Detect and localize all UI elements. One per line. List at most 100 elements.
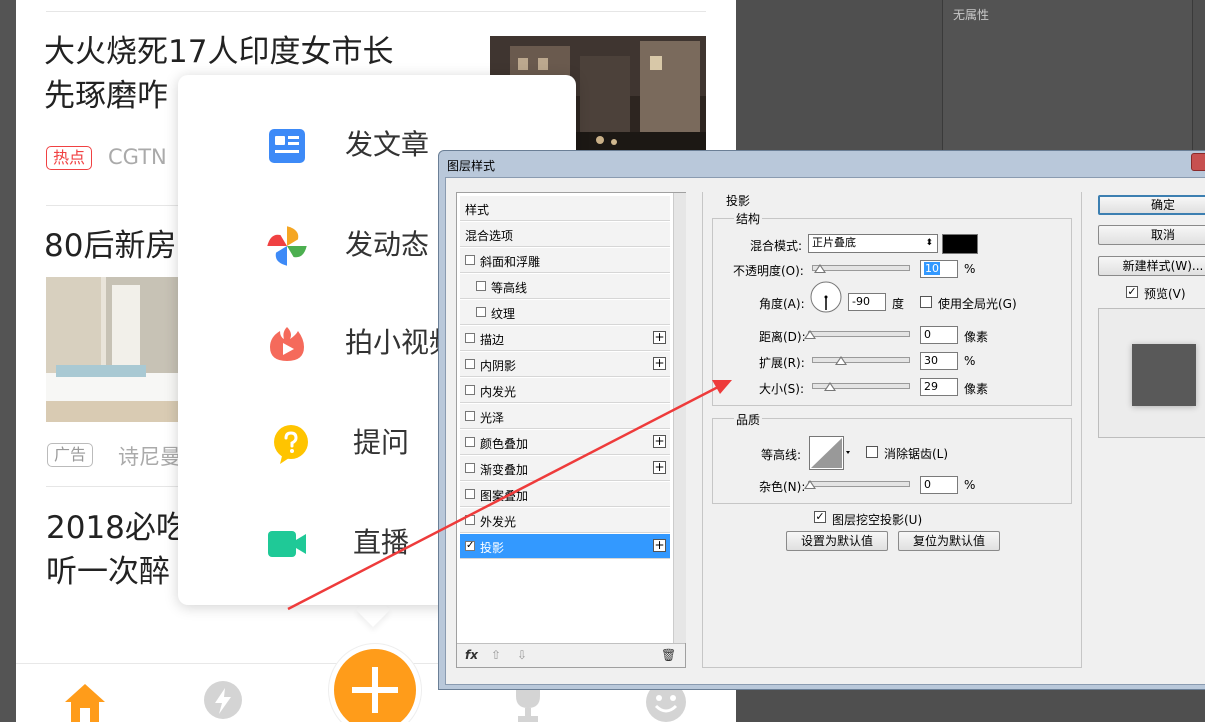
slider-knob[interactable] <box>824 382 836 391</box>
add-effect-button[interactable]: + <box>653 539 666 552</box>
dialog-title: 图层样式 <box>447 159 496 173</box>
close-button[interactable] <box>1191 153 1205 171</box>
add-effect-button[interactable]: + <box>653 461 666 474</box>
style-item[interactable]: 混合选项 <box>460 222 670 247</box>
list-scrollbar[interactable] <box>673 193 686 643</box>
shadow-color-swatch[interactable] <box>942 234 978 254</box>
distance-slider[interactable] <box>808 331 910 337</box>
add-effect-button[interactable]: + <box>653 435 666 448</box>
spread-slider[interactable] <box>812 357 910 363</box>
headline-line2[interactable]: 听一次醉 <box>46 550 186 594</box>
style-item[interactable]: ✓ 投影 + <box>460 534 670 559</box>
style-checkbox[interactable]: ✓ <box>465 541 475 551</box>
ok-button[interactable]: 确定 <box>1098 195 1205 215</box>
style-item-label: 纹理 <box>491 307 516 321</box>
style-item[interactable]: 图案叠加 <box>460 482 670 507</box>
headline-line1[interactable]: 大火烧死17人印度女市长 <box>44 30 464 74</box>
anti-alias-checkbox[interactable] <box>866 446 878 458</box>
style-item[interactable]: 纹理 <box>460 300 670 325</box>
blend-mode-select[interactable]: 正片叠底 ⬍ <box>808 234 938 253</box>
noise-slider[interactable] <box>808 481 910 487</box>
add-effect-button[interactable]: + <box>653 357 666 370</box>
reset-default-button[interactable]: 复位为默认值 <box>898 531 1000 551</box>
angle-dial[interactable] <box>809 280 843 314</box>
make-default-button[interactable]: 设置为默认值 <box>786 531 888 551</box>
style-checkbox[interactable] <box>465 437 475 447</box>
styles-header[interactable]: 样式 <box>460 196 670 221</box>
video-camera-icon <box>268 531 306 557</box>
contour-picker[interactable] <box>809 436 851 470</box>
menu-label: 直播 <box>353 526 410 559</box>
fx-icon[interactable]: fx <box>465 648 478 662</box>
style-checkbox[interactable] <box>465 463 475 473</box>
headline-line1[interactable]: 2018必吃 <box>46 506 186 550</box>
style-checkbox[interactable] <box>465 489 475 499</box>
distance-input[interactable]: 0 <box>920 326 958 344</box>
layer-style-dialog: 图层样式 样式 混合选项 斜面和浮雕 等高线 纹理 描边 + 内阴影 + 内发光 光泽 颜色叠加 + 渐… <box>438 150 1205 690</box>
style-checkbox[interactable] <box>465 385 475 395</box>
style-item[interactable]: 等高线 <box>460 274 670 299</box>
section-title: 投影 <box>726 194 751 208</box>
pinwheel-icon <box>267 226 307 266</box>
slider-knob[interactable] <box>804 330 816 339</box>
angle-input[interactable]: -90 <box>848 293 886 311</box>
quality-title: 品质 <box>734 411 763 428</box>
style-item[interactable]: 描边 + <box>460 326 670 351</box>
question-bubble-icon <box>274 425 308 464</box>
add-effect-button[interactable]: + <box>653 331 666 344</box>
structure-title: 结构 <box>734 210 763 227</box>
distance-unit: 像素 <box>964 330 989 344</box>
properties-panel: 无属性 <box>942 0 1193 150</box>
style-item[interactable]: 内发光 <box>460 378 670 403</box>
style-item-label: 渐变叠加 <box>480 463 529 477</box>
global-light-label: 使用全局光(G) <box>938 297 1017 311</box>
spread-label: 扩展(R): <box>759 356 805 370</box>
headline[interactable]: 80后新房 <box>44 224 184 268</box>
bolt-icon[interactable] <box>201 680 245 722</box>
flame-play-icon <box>270 327 304 361</box>
styles-header-label: 样式 <box>465 203 490 217</box>
slider-knob[interactable] <box>835 356 847 365</box>
ad-thumbnail[interactable] <box>46 277 180 422</box>
move-down-icon[interactable]: ⇩ <box>517 648 527 662</box>
move-up-icon[interactable]: ⇧ <box>491 648 501 662</box>
distance-label: 距离(D): <box>759 330 806 344</box>
style-item[interactable]: 斜面和浮雕 <box>460 248 670 273</box>
select-arrow-icon: ⬍ <box>925 238 933 248</box>
style-checkbox[interactable] <box>465 333 475 343</box>
style-checkbox[interactable] <box>476 281 486 291</box>
global-light-checkbox[interactable] <box>920 296 932 308</box>
trash-icon[interactable]: 🗑 <box>661 648 676 662</box>
slider-knob[interactable] <box>814 264 826 273</box>
spread-input[interactable]: 30 <box>920 352 958 370</box>
noise-label: 杂色(N): <box>759 480 806 494</box>
menu-label: 提问 <box>353 426 410 459</box>
style-item[interactable]: 外发光 <box>460 508 670 533</box>
size-input[interactable]: 29 <box>920 378 958 396</box>
style-checkbox[interactable] <box>476 307 486 317</box>
home-icon[interactable] <box>63 680 107 722</box>
style-item[interactable]: 内阴影 + <box>460 352 670 377</box>
headline-line2[interactable]: 先琢磨咋 <box>44 74 184 118</box>
style-item[interactable]: 渐变叠加 + <box>460 456 670 481</box>
style-checkbox[interactable] <box>465 359 475 369</box>
noise-input[interactable]: 0 <box>920 476 958 494</box>
dialog-body: 样式 混合选项斜面和浮雕等高线纹理描边 + 内阴影 + 内发光 光泽 颜色叠加 + 渐变叠加 + 图… <box>445 177 1205 685</box>
cancel-button[interactable]: 取消 <box>1098 225 1205 245</box>
opacity-slider[interactable] <box>812 265 910 271</box>
preview-checkbox[interactable]: ✓ <box>1126 286 1138 298</box>
style-item[interactable]: 光泽 <box>460 404 670 429</box>
style-checkbox[interactable] <box>465 515 475 525</box>
style-checkbox[interactable] <box>465 411 475 421</box>
opacity-input[interactable]: 10 <box>920 260 958 278</box>
style-item-label: 斜面和浮雕 <box>480 255 541 269</box>
ad-tag: 广告 <box>47 443 94 467</box>
publish-button[interactable] <box>329 644 421 722</box>
source-label: 诗尼曼 <box>118 445 181 469</box>
slider-knob[interactable] <box>804 480 816 489</box>
style-checkbox[interactable] <box>465 255 475 265</box>
knockout-checkbox[interactable]: ✓ <box>814 511 826 523</box>
new-style-button[interactable]: 新建样式(W)... <box>1098 256 1205 276</box>
style-item-label: 等高线 <box>491 281 528 295</box>
style-item[interactable]: 颜色叠加 + <box>460 430 670 455</box>
